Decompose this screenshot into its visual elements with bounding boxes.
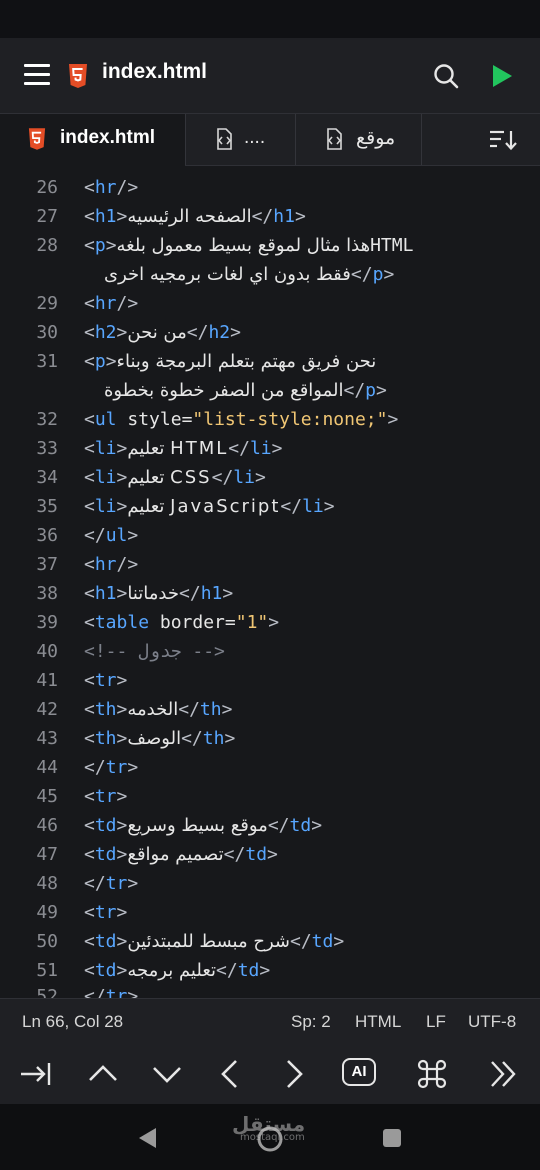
ai-label: AI [351,1063,367,1080]
indent-setting[interactable]: Sp: 2 [291,1012,331,1032]
line-ending[interactable]: LF [426,1012,446,1032]
code-attr: border [159,612,225,633]
line-number: 34 [36,467,58,488]
line-number: 49 [36,902,58,923]
line-number: 35 [36,496,58,517]
line-number: 43 [36,728,58,749]
line-number: 52 [36,986,58,998]
app-bar: index.html [0,38,540,114]
cursor-position[interactable]: Ln 66, Col 28 [22,1012,123,1032]
code-comment: <!-- جدول --> [84,641,225,662]
line-number: 38 [36,583,58,604]
code-text: الخدمه [127,699,179,720]
line-number: 41 [36,670,58,691]
code-text: خدماتنا [127,583,180,604]
code-file-icon [217,128,232,150]
line-number: 37 [36,554,58,575]
line-number: 39 [36,612,58,633]
keyboard-accessory-bar: AI [0,1044,540,1104]
command-icon[interactable] [415,1058,449,1090]
code-text: HTML [370,235,414,256]
line-number: 46 [36,815,58,836]
code-text: تصميم مواقع [127,844,224,865]
code-text: الصفحه الرئيسيه [127,206,252,227]
arrow-down-icon[interactable] [150,1058,184,1090]
line-number: 51 [36,960,58,981]
line-number: 29 [36,293,58,314]
tab-label: index.html [60,127,156,148]
code-string: "1" [235,612,269,633]
line-number: 44 [36,757,58,778]
line-number: 26 [36,177,58,198]
tab-bar: index.html .... موقع [0,114,540,166]
language-mode[interactable]: HTML [355,1012,401,1032]
hamburger-menu-icon[interactable] [24,64,50,86]
code-text: نحن فريق مهتم بتعلم البرمجة وبناء [116,351,377,372]
code-text: الوصف [127,728,182,749]
code-file-icon [327,128,342,150]
line-number: 28 [36,235,58,256]
recents-icon[interactable] [382,1128,402,1148]
more-icon[interactable] [486,1058,520,1090]
tab-file-3[interactable]: موقع [296,114,422,165]
code-text: تعليم CSS [127,467,212,488]
html5-icon [28,128,46,150]
editor-status-bar: Ln 66, Col 28 Sp: 2 HTML LF UTF-8 [0,998,540,1044]
html5-icon [69,64,87,88]
tab-label: موقع [356,128,396,149]
tab-file-2[interactable]: .... [186,114,296,165]
line-number: 42 [36,699,58,720]
sort-icon[interactable] [488,128,518,152]
line-number: 32 [36,409,58,430]
code-text: تعليم برمجه [127,960,217,981]
line-number: 47 [36,844,58,865]
code-text: من نحن [127,322,187,343]
play-icon[interactable] [488,62,516,90]
arrow-left-icon[interactable] [214,1058,248,1090]
line-number: 40 [36,641,58,662]
code-text: تعليم JavaScript [127,496,281,517]
system-nav-bar: مستقل mostaql.com [0,1104,540,1170]
code-attr: style [127,409,182,430]
code-text: تعليم HTML [127,438,229,459]
line-number: 36 [36,525,58,546]
code-text: موقع بسيط وسريع [127,815,268,836]
code-editor[interactable]: ·· ··· ·· 26 <hr/> 27 <h1>الصفحه الرئيسي… [0,166,540,998]
line-number: 33 [36,438,58,459]
tab-key-icon[interactable] [18,1058,52,1090]
watermark: مستقل mostaql.com [232,1112,306,1143]
line-number: 48 [36,873,58,894]
back-icon[interactable] [136,1126,158,1150]
status-bar [0,0,540,38]
line-number: 30 [36,322,58,343]
page-title: index.html [102,60,208,83]
encoding[interactable]: UTF-8 [468,1012,516,1032]
arrow-up-icon[interactable] [86,1058,120,1090]
tab-index-html[interactable]: index.html [0,114,186,166]
code-text: المواقع من الصفر خطوة بخطوة [104,380,344,401]
line-number: 31 [36,351,58,372]
search-icon[interactable] [432,62,460,90]
code-text: هذا مثال لموقع بسيط معمول بلغه [116,235,371,256]
arrow-right-icon[interactable] [276,1058,310,1090]
code-text: شرح مبسط للمبتدئين [127,931,290,952]
tab-label: .... [244,127,266,148]
code-string: "list-style:none;" [192,409,388,430]
line-number: 45 [36,786,58,807]
line-number: 50 [36,931,58,952]
code-text: فقط بدون اي لغات برمجيه اخرى [104,264,351,285]
line-number: 27 [36,206,58,227]
ai-button[interactable]: AI [342,1058,376,1086]
